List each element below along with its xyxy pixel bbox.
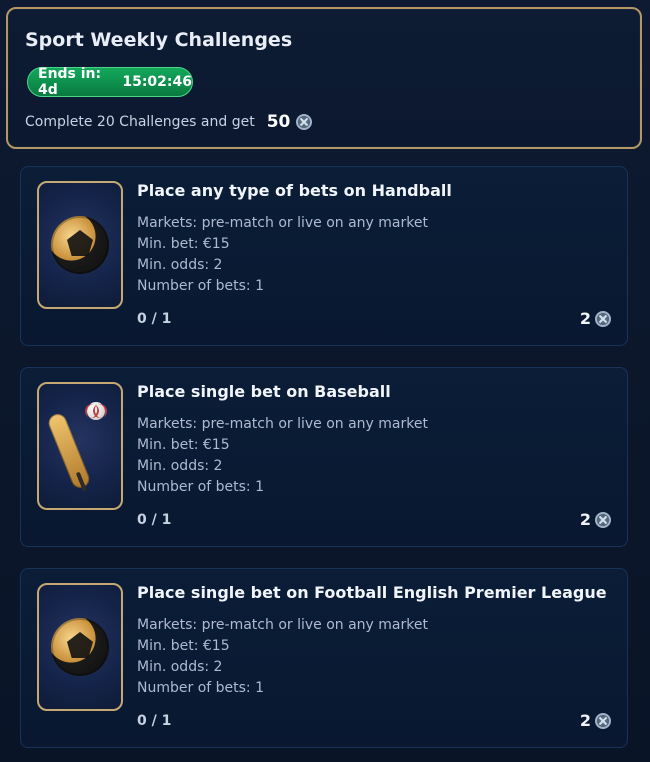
reward-summary-text: Complete 20 Challenges and get [25,114,255,130]
challenge-min-bet: Min. bet: €15 [137,437,230,453]
challenge-markets: Markets: pre-match or live on any market [137,416,428,432]
challenge-title: Place single bet on Baseball [137,382,391,401]
challenge-progress: 0 / 1 [137,713,172,729]
reward-summary: Complete 20 Challenges and get 50 [25,112,313,132]
baseball-bat-icon [37,382,123,510]
handball-ball [51,216,109,274]
coin-icon [595,310,611,327]
page-title: Sport Weekly Challenges [25,29,293,51]
challenge-progress: 0 / 1 [137,311,172,327]
challenge-markets: Markets: pre-match or live on any market [137,617,428,633]
countdown-value: 15:02:46 [122,74,192,90]
challenge-reward: 2 [580,711,611,730]
challenge-min-odds: Min. odds: 2 [137,458,223,474]
challenge-markets: Markets: pre-match or live on any market [137,215,428,231]
challenge-min-bet: Min. bet: €15 [137,236,230,252]
challenge-reward: 2 [580,510,611,529]
countdown-badge: Ends in: 4d 15:02:46 [27,66,193,98]
challenge-details: Markets: pre-match or live on any market… [137,213,428,297]
baseball [87,402,105,420]
football-icon [37,583,123,711]
challenge-details: Markets: pre-match or live on any market… [137,615,428,699]
challenge-reward: 2 [580,309,611,328]
challenge-number-of-bets: Number of bets: 1 [137,479,264,495]
challenge-reward-value: 2 [579,309,591,328]
handball-icon [37,181,123,309]
coin-icon [595,712,611,729]
challenge-card[interactable]: Place single bet on Baseball Markets: pr… [20,367,628,547]
challenge-card[interactable]: Place single bet on Football English Pre… [20,568,628,748]
challenge-reward-value: 2 [579,711,591,730]
challenge-progress: 0 / 1 [137,512,172,528]
baseball-bat [46,411,92,491]
challenge-card[interactable]: Place any type of bets on Handball Marke… [20,166,628,346]
weekly-challenges-header: Sport Weekly Challenges Ends in: 4d 15:0… [6,7,642,149]
challenge-number-of-bets: Number of bets: 1 [137,278,264,294]
reward-total: 50 [266,112,291,132]
challenge-min-bet: Min. bet: €15 [137,638,230,654]
football-ball [51,618,109,676]
challenge-min-odds: Min. odds: 2 [137,659,223,675]
countdown-label: Ends in: 4d [38,66,102,98]
challenge-details: Markets: pre-match or live on any market… [137,414,428,498]
challenge-title: Place single bet on Football English Pre… [137,583,607,602]
challenge-title: Place any type of bets on Handball [137,181,452,200]
challenge-min-odds: Min. odds: 2 [137,257,223,273]
challenge-reward-value: 2 [579,510,591,529]
coin-icon [296,114,313,130]
challenge-number-of-bets: Number of bets: 1 [137,680,264,696]
coin-icon [595,511,611,528]
page: Sport Weekly Challenges Ends in: 4d 15:0… [0,0,650,762]
